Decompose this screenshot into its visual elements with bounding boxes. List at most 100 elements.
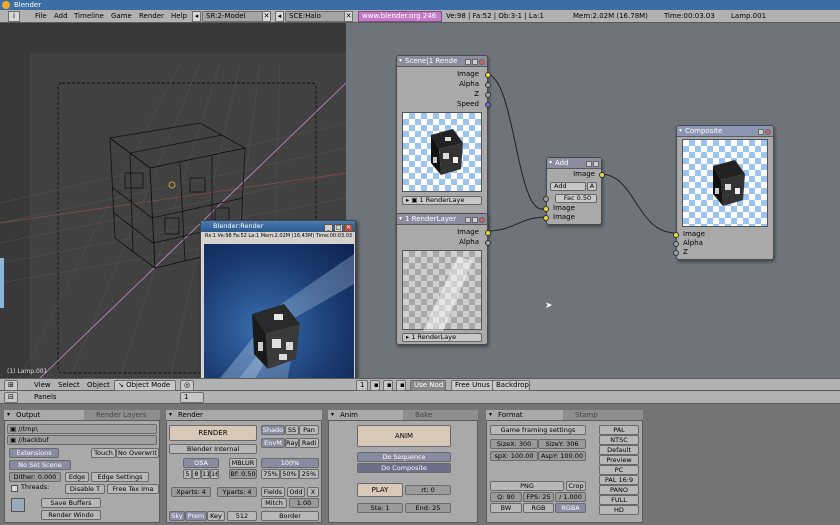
osa-toggle[interactable]: OSA (183, 458, 219, 468)
render-window[interactable]: Blender:Render _ □ ✕ Rs:1 Ve:98 Fa:52 La:1… (200, 220, 356, 400)
preset-pc-button[interactable]: PC (599, 465, 639, 475)
node-header[interactable]: ▾ 1 RenderLayer (397, 214, 487, 225)
pano-toggle[interactable]: Pan (299, 425, 319, 435)
size-25-button[interactable]: 25% (299, 469, 319, 479)
sss-toggle[interactable]: SS (285, 425, 299, 435)
menu-game[interactable]: Game (111, 12, 132, 21)
dither-field[interactable]: Dither: 0.000 (9, 472, 61, 482)
node-type-icon[interactable]: ▪ (383, 380, 393, 391)
add-mix-node[interactable]: ▾ Add Image Add A Fac 0.50 Image Image (543, 157, 605, 225)
filter-size-field[interactable]: 1.00 (289, 498, 319, 508)
size-75-button[interactable]: 75% (261, 469, 280, 479)
tab-render-layers[interactable]: Render Layers (84, 410, 160, 420)
input-image-socket[interactable] (673, 232, 679, 238)
ray-toggle[interactable]: Ray (285, 438, 299, 448)
output-image-socket[interactable] (485, 72, 491, 78)
filter-type-select[interactable]: Mitch (261, 498, 287, 508)
fac-field[interactable]: Fac 0.50 (555, 194, 597, 203)
blender-url-link[interactable]: www.blender.org 246 (358, 11, 442, 22)
edge-toggle[interactable]: Edge (65, 472, 89, 482)
play-button[interactable]: PLAY (357, 483, 403, 497)
scene-browse-button[interactable]: ◂ (275, 11, 284, 22)
free-tex-images-toggle[interactable]: Free Tex Ima (107, 484, 159, 494)
osa-16-button[interactable]: 16 (210, 469, 219, 479)
preset-pal-button[interactable]: PAL (599, 425, 639, 435)
preset-pal169-button[interactable]: PAL 16:9 (599, 475, 639, 485)
scene-render-layer-node[interactable]: ▾ Scene|1 Rende Image Alpha Z Speed ▸ ▣ 1… (396, 55, 491, 235)
input-fac-socket[interactable] (543, 196, 549, 202)
screen-field[interactable]: SR:2-Model (202, 11, 270, 22)
fps-base-field[interactable]: / 1.000 (555, 492, 586, 502)
premul-toggle[interactable]: Prem (185, 511, 207, 521)
fields-toggle[interactable]: Fields (261, 487, 285, 497)
input-image1-socket[interactable] (543, 206, 549, 212)
mode-select[interactable]: ↘ Object Mode (114, 380, 176, 391)
render-window-titlebar[interactable]: Blender:Render _ □ ✕ (201, 221, 355, 232)
odd-toggle[interactable]: Odd (287, 487, 305, 497)
menu-timeline[interactable]: Timeline (74, 12, 104, 21)
node-type-icon[interactable]: ▪ (370, 380, 380, 391)
viewport-side-tab[interactable] (0, 258, 4, 308)
no-overwrite-toggle[interactable]: No Overwrit (116, 448, 159, 458)
tab-format[interactable]: ▾ Format (486, 410, 563, 420)
rt-field[interactable]: rt: 0 (405, 485, 451, 495)
render-button[interactable]: RENDER (169, 425, 257, 441)
screen-delete-button[interactable]: ✕ (262, 11, 271, 22)
input-image2-socket[interactable] (543, 215, 549, 221)
preset-pano-button[interactable]: PANO (599, 485, 639, 495)
preset-default-button[interactable]: Default (599, 445, 639, 455)
output-alpha-socket[interactable] (485, 82, 491, 88)
menu-panels[interactable]: Panels (34, 393, 57, 402)
osa-11-button[interactable]: 11 (201, 469, 210, 479)
blend-mode-select[interactable]: Add (550, 182, 586, 191)
disable-tex-button[interactable]: Disable T (65, 484, 105, 494)
maximize-button[interactable]: □ (334, 224, 343, 232)
osa-8-button[interactable]: 8 (192, 469, 201, 479)
free-unused-button[interactable]: Free Unus (451, 380, 495, 391)
envmap-toggle[interactable]: EnvM (261, 438, 285, 448)
menu-object[interactable]: Object (87, 381, 110, 390)
x-toggle[interactable]: X (307, 487, 319, 497)
touch-toggle[interactable]: Touch (91, 448, 116, 458)
node-header[interactable]: ▾ Add (547, 158, 601, 169)
menu-file[interactable]: File (35, 12, 47, 21)
node-type-icon[interactable]: ▪ (396, 380, 406, 391)
render-layer-select[interactable]: ▸ 1 RenderLaye (402, 333, 482, 342)
output-alpha-socket[interactable] (485, 240, 491, 246)
file-type-select[interactable]: PNG (490, 481, 564, 491)
input-z-socket[interactable] (673, 250, 679, 256)
bw-toggle[interactable]: BW (490, 503, 522, 513)
tab-bake[interactable]: Bake (403, 410, 478, 420)
mblur-toggle[interactable]: MBLUR (229, 458, 257, 468)
editor-type-icon[interactable]: i (8, 11, 20, 22)
border-toggle[interactable]: Border (261, 511, 319, 521)
bf-field[interactable]: Bf: 0.50 (229, 469, 257, 479)
do-composite-toggle[interactable]: Do Composite (357, 463, 451, 473)
edge-settings-button[interactable]: Edge Settings (91, 472, 149, 482)
alpha-toggle[interactable]: A (587, 182, 597, 191)
menu-add[interactable]: Add (54, 12, 68, 21)
quality-field[interactable]: Q: 90 (490, 492, 522, 502)
menu-select[interactable]: Select (58, 381, 80, 390)
render-layer-node[interactable]: ▾ 1 RenderLayer Image Alpha ▸ 1 RenderLay… (396, 213, 491, 345)
octree-resolution-select[interactable]: 512 (227, 511, 257, 521)
osa-5-button[interactable]: 5 (183, 469, 192, 479)
output-z-socket[interactable] (485, 92, 491, 98)
node-header[interactable]: ▾ Composite (677, 126, 773, 137)
menu-render[interactable]: Render (139, 12, 164, 21)
minimize-button[interactable]: _ (324, 224, 333, 232)
backdrop-toggle[interactable]: Backdrop (492, 380, 530, 391)
tab-stamp[interactable]: Stamp (563, 410, 643, 420)
menu-help[interactable]: Help (171, 12, 187, 21)
frame-field[interactable]: 1 (180, 392, 204, 403)
xparts-field[interactable]: Xparts: 4 (171, 487, 211, 497)
sizey-field[interactable]: SizeY: 306 (538, 439, 586, 449)
scene-delete-button[interactable]: ✕ (344, 11, 353, 22)
output-path-field[interactable]: ▣ //tmp\ (7, 424, 157, 434)
extensions-toggle[interactable]: Extensions (9, 448, 59, 458)
composite-node[interactable]: ▾ Composite Image Alpha Z (673, 125, 774, 260)
sky-toggle[interactable]: Sky (169, 511, 185, 521)
save-buffers-toggle[interactable]: Save Buffers (41, 498, 101, 508)
yparts-field[interactable]: Yparts: 4 (217, 487, 257, 497)
scene-field[interactable]: SCE:Halo (285, 11, 349, 22)
